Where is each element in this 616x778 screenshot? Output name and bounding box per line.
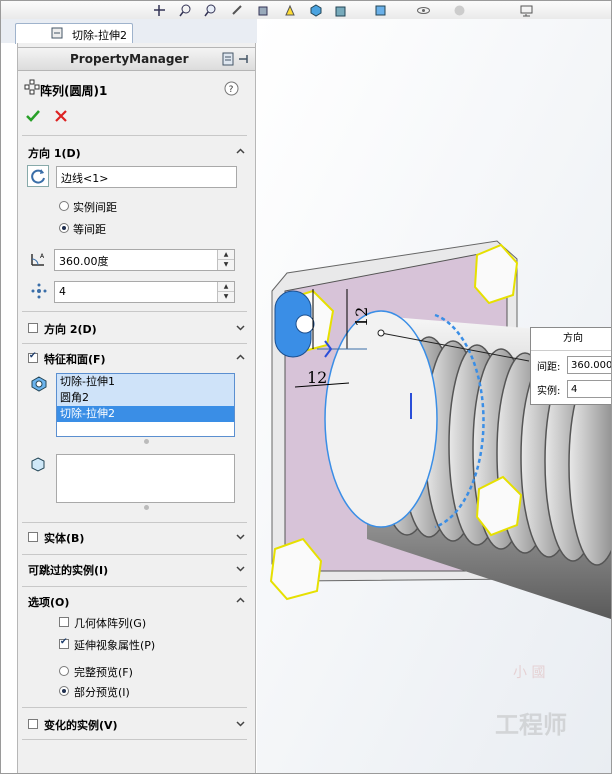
- eye-icon[interactable]: [417, 4, 430, 17]
- count-spinner[interactable]: ▲ ▼: [217, 282, 234, 302]
- tab-feature-tree[interactable]: 切除-拉伸2: [15, 23, 133, 44]
- heads-up-toolbar: [1, 1, 611, 19]
- features-faces-checkbox[interactable]: [28, 351, 38, 363]
- svg-text:?: ?: [229, 85, 234, 95]
- list-item[interactable]: 切除-拉伸1: [57, 374, 234, 390]
- bodies-checkbox[interactable]: [28, 532, 38, 542]
- push-pin-icon[interactable]: [237, 52, 251, 66]
- reverse-direction-icon[interactable]: [27, 165, 49, 187]
- zoom-area-icon[interactable]: [204, 4, 217, 17]
- callout-header: 方向: [531, 328, 611, 351]
- resize-grip[interactable]: [144, 505, 149, 510]
- features-to-pattern-icon: [31, 376, 47, 392]
- radio-partial-preview[interactable]: [59, 686, 69, 696]
- radio-instance-spacing[interactable]: [59, 201, 69, 211]
- callout-count-label: 实例:: [537, 386, 561, 397]
- resize-grip[interactable]: [144, 439, 149, 444]
- chevron-up-icon[interactable]: [236, 596, 245, 605]
- callout-spacing-value: 360.000: [571, 360, 612, 371]
- hide-show-items-icon[interactable]: [374, 4, 387, 17]
- dimension-horizontal[interactable]: 12: [307, 368, 327, 387]
- section-bodies-header[interactable]: 实体(B): [44, 530, 84, 546]
- callout-count-field[interactable]: 4: [567, 380, 611, 398]
- faces-list[interactable]: [56, 454, 235, 503]
- instance-count-field[interactable]: 4 ▲ ▼: [54, 281, 235, 303]
- help-icon[interactable]: ?: [224, 81, 239, 96]
- pattern-axis-value: 边线<1>: [61, 172, 109, 185]
- dynamic-annotation-icon[interactable]: [284, 4, 297, 17]
- feature-icon: [51, 27, 63, 39]
- list-item[interactable]: 切除-拉伸2: [57, 406, 234, 422]
- angle-value: 360.00度: [59, 255, 109, 268]
- chevron-down-icon[interactable]: [236, 532, 245, 541]
- section-features-faces-header[interactable]: 特征和面(F): [44, 351, 106, 367]
- zoom-to-fit-icon[interactable]: [179, 4, 192, 17]
- radio-equal-spacing-label: 等间距: [73, 223, 106, 236]
- watermark-top: 小 國: [513, 665, 546, 681]
- direction2-checkbox[interactable]: [28, 323, 38, 333]
- geometry-pattern-checkbox[interactable]: [59, 617, 69, 627]
- angle-spinner[interactable]: ▲ ▼: [217, 250, 234, 270]
- pattern-axis-field[interactable]: 边线<1>: [56, 166, 237, 188]
- watermark: 工程师: [495, 710, 567, 739]
- monitor-icon[interactable]: [520, 4, 533, 17]
- faces-to-pattern-icon: [31, 457, 45, 472]
- section-direction2-header[interactable]: 方向 2(D): [44, 321, 97, 337]
- section-varied-header[interactable]: 变化的实例(V): [44, 717, 118, 733]
- property-manager-title: PropertyManager: [70, 52, 189, 66]
- radio-full-preview[interactable]: [59, 666, 69, 676]
- chevron-up-icon[interactable]: [236, 147, 245, 156]
- previous-view-icon[interactable]: [231, 4, 244, 17]
- cancel-x-icon[interactable]: [55, 110, 67, 122]
- radio-full-preview-label: 完整预览(F): [74, 666, 133, 679]
- display-style-icon[interactable]: [335, 4, 348, 17]
- callout-count-value: 4: [571, 384, 578, 395]
- property-manager-panel: PropertyManager 阵列(圆周)1 ? 方向 1(D) 边线<1> …: [17, 43, 256, 773]
- section-view-icon[interactable]: [257, 4, 270, 17]
- angle-icon: A: [31, 253, 45, 266]
- angle-field[interactable]: 360.00度 ▲ ▼: [54, 249, 235, 271]
- callout-spacing-field[interactable]: 360.000: [567, 356, 612, 374]
- instance-count-value: 4: [59, 285, 66, 298]
- chevron-down-icon[interactable]: [236, 564, 245, 573]
- dimension-vertical[interactable]: 12: [352, 307, 371, 327]
- application-window: 切除-拉伸2 PropertyManager 阵列(圆周)1 ? 方向 1(D)…: [0, 0, 612, 774]
- callout-spacing-label: 间距:: [537, 362, 561, 373]
- varied-instances-checkbox[interactable]: [28, 719, 38, 729]
- circular-pattern-icon: [24, 79, 40, 95]
- propagate-visual-label: 延伸视象属性(P): [74, 639, 156, 652]
- chevron-down-icon[interactable]: [236, 323, 245, 332]
- radio-equal-spacing[interactable]: [59, 223, 69, 233]
- section-skippable-header[interactable]: 可跳过的实例(I): [28, 562, 108, 578]
- appearance-icon[interactable]: [453, 4, 466, 17]
- instance-count-icon: [31, 283, 47, 299]
- chevron-up-icon[interactable]: [236, 353, 245, 362]
- ok-checkmark-icon[interactable]: [26, 109, 40, 123]
- feature-name: 阵列(圆周)1: [40, 84, 108, 98]
- svg-text:A: A: [40, 253, 45, 260]
- pattern-callout: 方向 间距: 360.000 实例: 4: [530, 327, 612, 405]
- radio-instance-spacing-label: 实例间距: [73, 201, 117, 214]
- features-list[interactable]: 切除-拉伸1 圆角2 切除-拉伸2: [56, 373, 235, 437]
- view-orientation-cube-icon[interactable]: [310, 4, 323, 17]
- geometry-pattern-label: 几何体阵列(G): [74, 617, 147, 630]
- chevron-down-icon[interactable]: [236, 719, 245, 728]
- view-orientation-icon[interactable]: [153, 4, 166, 17]
- property-manager-header: PropertyManager: [18, 47, 255, 71]
- radio-partial-preview-label: 部分预览(I): [74, 686, 130, 699]
- tab-label: 切除-拉伸2: [72, 29, 127, 42]
- list-item[interactable]: 圆角2: [57, 390, 234, 406]
- section-direction1-header[interactable]: 方向 1(D): [28, 145, 81, 161]
- pin-icon[interactable]: [221, 52, 235, 66]
- propagate-visual-checkbox[interactable]: [59, 637, 69, 649]
- section-options-header[interactable]: 选项(O): [28, 594, 69, 610]
